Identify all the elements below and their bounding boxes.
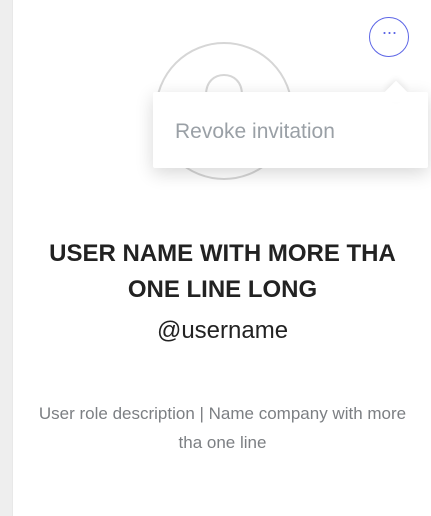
more-options-button[interactable]: ··· bbox=[369, 17, 409, 57]
user-name: USER NAME WITH MORE THA ONE LINE LONG bbox=[49, 240, 396, 303]
username: @username bbox=[156, 317, 289, 344]
user-role-description: User role description | Name company wit… bbox=[38, 404, 407, 452]
options-dropdown-menu: Revoke invitation bbox=[153, 92, 428, 168]
revoke-invitation-menu-item[interactable]: Revoke invitation bbox=[175, 120, 335, 144]
dropdown-arrow-mask bbox=[382, 92, 410, 102]
page-left-edge bbox=[0, 0, 12, 516]
user-card: ··· Revoke invitation USER NAME WITH MOR… bbox=[12, 0, 431, 516]
more-horizontal-icon: ··· bbox=[381, 22, 398, 42]
